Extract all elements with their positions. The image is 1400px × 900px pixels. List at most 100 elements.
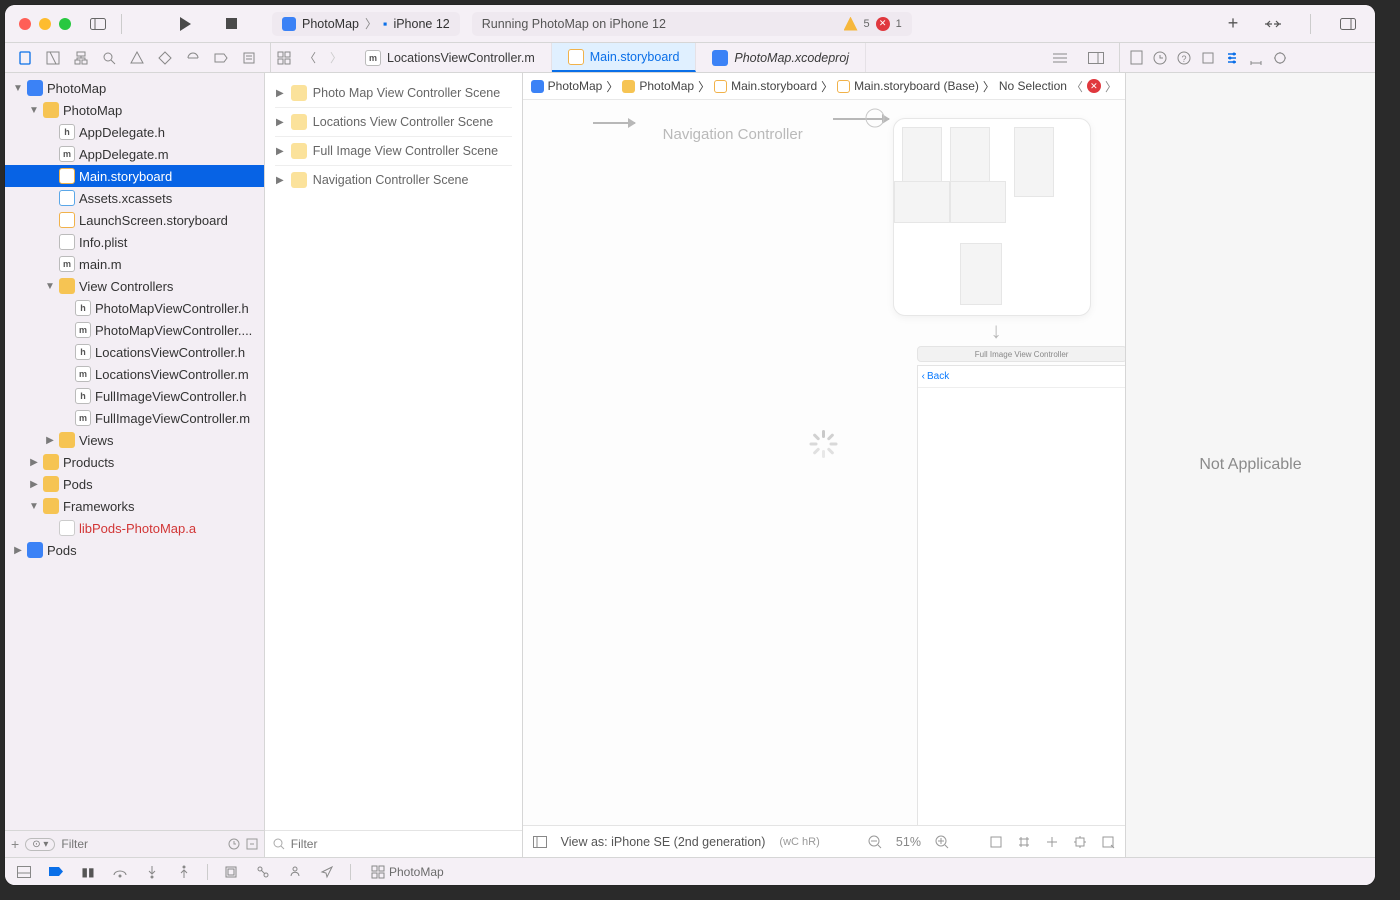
code-review-button[interactable] (1260, 11, 1286, 37)
help-inspector-tab[interactable]: ? (1177, 51, 1191, 65)
source-control-navigator-tab[interactable] (43, 48, 63, 68)
tree-row[interactable]: Info.plist (5, 231, 264, 253)
file-inspector-tab[interactable] (1130, 50, 1143, 65)
scm-filter-icon[interactable] (246, 838, 258, 850)
jump-bar[interactable]: PhotoMap〉 PhotoMap〉 Main.storyboard〉 Mai… (523, 73, 1125, 100)
tree-row[interactable]: hAppDelegate.h (5, 121, 264, 143)
stop-button[interactable] (218, 11, 244, 37)
pause-continue-button[interactable]: ▮▮ (79, 863, 97, 881)
breakpoint-navigator-tab[interactable] (211, 48, 231, 68)
step-out-button[interactable] (175, 863, 193, 881)
outline-filter-input[interactable] (291, 837, 514, 851)
disclosure-icon[interactable]: ▶ (275, 117, 285, 128)
zoom-level[interactable]: 51% (896, 835, 921, 849)
history-inspector-tab[interactable] (1153, 51, 1167, 65)
crumb-project[interactable]: PhotoMap (548, 79, 603, 93)
environment-button[interactable] (286, 863, 304, 881)
related-items-button[interactable] (271, 45, 297, 71)
close-window-button[interactable] (19, 18, 31, 30)
scene-row[interactable]: ▶Navigation Controller Scene (269, 166, 518, 194)
view-controller-thumbnails[interactable] (893, 118, 1091, 316)
error-icon[interactable]: ✕ (1087, 79, 1101, 93)
project-navigator-tab[interactable] (15, 48, 35, 68)
crumb-folder[interactable]: PhotoMap (639, 79, 694, 93)
disclosure-icon[interactable]: ▶ (29, 479, 39, 490)
add-file-button[interactable]: + (11, 836, 19, 852)
align-button[interactable] (989, 835, 1003, 849)
next-issue-button[interactable]: 〉 (1105, 78, 1117, 95)
canvas-config-button[interactable] (1101, 835, 1115, 849)
scene-row[interactable]: ▶Full Image View Controller Scene (269, 137, 518, 165)
tree-row[interactable]: hLocationsViewController.h (5, 341, 264, 363)
tree-row[interactable]: ▶Views (5, 429, 264, 451)
issue-navigator-tab[interactable] (127, 48, 147, 68)
adjust-editor-button[interactable] (1083, 45, 1109, 71)
breakpoints-toggle[interactable] (47, 863, 65, 881)
toggle-right-panel-button[interactable] (1335, 11, 1361, 37)
run-button[interactable] (172, 11, 198, 37)
step-over-button[interactable] (111, 863, 129, 881)
pin-button[interactable] (1017, 835, 1031, 849)
storyboard-canvas[interactable]: Navigation Controller ↓ Full Image View … (523, 100, 1125, 825)
zoom-out-button[interactable] (868, 835, 882, 849)
full-image-scene[interactable]: Full Image View Controller ‹ Back (917, 346, 1125, 825)
tree-row[interactable]: ▼PhotoMap (5, 77, 264, 99)
tree-row[interactable]: mPhotoMapViewController.... (5, 319, 264, 341)
tree-row[interactable]: mmain.m (5, 253, 264, 275)
tree-row[interactable]: LaunchScreen.storyboard (5, 209, 264, 231)
memory-graph-button[interactable] (254, 863, 272, 881)
scene-row[interactable]: ▶Photo Map View Controller Scene (269, 79, 518, 107)
minimize-window-button[interactable] (39, 18, 51, 30)
crumb-file[interactable]: Main.storyboard (731, 79, 817, 93)
disclosure-icon[interactable]: ▶ (45, 435, 55, 446)
report-navigator-tab[interactable] (239, 48, 259, 68)
scheme-selector[interactable]: PhotoMap 〉 ▪ iPhone 12 (272, 12, 460, 36)
tree-row[interactable]: hPhotoMapViewController.h (5, 297, 264, 319)
navigator-filter-input[interactable] (61, 837, 221, 851)
editor-tab[interactable]: Main.storyboard (552, 43, 697, 72)
tree-row[interactable]: mFullImageViewController.m (5, 407, 264, 429)
crumb-selection[interactable]: No Selection (999, 79, 1067, 93)
zoom-window-button[interactable] (59, 18, 71, 30)
debug-process-selector[interactable]: PhotoMap (371, 865, 444, 879)
editor-options-button[interactable] (1047, 45, 1073, 71)
symbol-navigator-tab[interactable] (71, 48, 91, 68)
tree-row[interactable]: ▶Products (5, 451, 264, 473)
debug-navigator-tab[interactable] (183, 48, 203, 68)
prev-issue-button[interactable]: 〈 (1071, 78, 1083, 95)
tree-row[interactable]: libPods-PhotoMap.a (5, 517, 264, 539)
tree-row[interactable]: hFullImageViewController.h (5, 385, 264, 407)
activity-status[interactable]: Running PhotoMap on iPhone 12 5 ✕ 1 (472, 12, 912, 36)
disclosure-icon[interactable]: ▶ (13, 545, 23, 556)
toggle-outline-button[interactable] (533, 836, 547, 848)
nav-forward-button[interactable]: 〉 (323, 45, 349, 71)
toggle-left-panel-button[interactable] (85, 11, 111, 37)
tree-row[interactable]: ▼View Controllers (5, 275, 264, 297)
recent-filter-icon[interactable] (228, 838, 240, 850)
nav-back-button[interactable]: 〈 (297, 45, 323, 71)
test-navigator-tab[interactable] (155, 48, 175, 68)
tree-row[interactable]: ▼Frameworks (5, 495, 264, 517)
find-navigator-tab[interactable] (99, 48, 119, 68)
filter-scope-chip[interactable]: ⊙ ▾ (25, 838, 55, 851)
disclosure-icon[interactable]: ▼ (45, 281, 55, 292)
disclosure-icon[interactable]: ▶ (275, 88, 285, 99)
tree-row[interactable]: ▶Pods (5, 539, 264, 561)
back-button-label[interactable]: Back (927, 371, 949, 382)
tree-row[interactable]: ▶Pods (5, 473, 264, 495)
tree-row[interactable]: mAppDelegate.m (5, 143, 264, 165)
tree-row[interactable]: Main.storyboard (5, 165, 264, 187)
attributes-inspector-tab[interactable] (1225, 51, 1239, 65)
size-inspector-tab[interactable] (1249, 51, 1263, 65)
hide-debug-button[interactable] (15, 863, 33, 881)
step-into-button[interactable] (143, 863, 161, 881)
tree-row[interactable]: Assets.xcassets (5, 187, 264, 209)
add-button[interactable]: + (1220, 11, 1246, 37)
disclosure-icon[interactable]: ▼ (13, 83, 23, 94)
crumb-base[interactable]: Main.storyboard (Base) (854, 79, 979, 93)
editor-tab[interactable]: mLocationsViewController.m (349, 43, 552, 72)
disclosure-icon[interactable]: ▶ (275, 146, 285, 157)
disclosure-icon[interactable]: ▼ (29, 501, 39, 512)
disclosure-icon[interactable]: ▶ (275, 175, 285, 186)
disclosure-icon[interactable]: ▼ (29, 105, 39, 116)
